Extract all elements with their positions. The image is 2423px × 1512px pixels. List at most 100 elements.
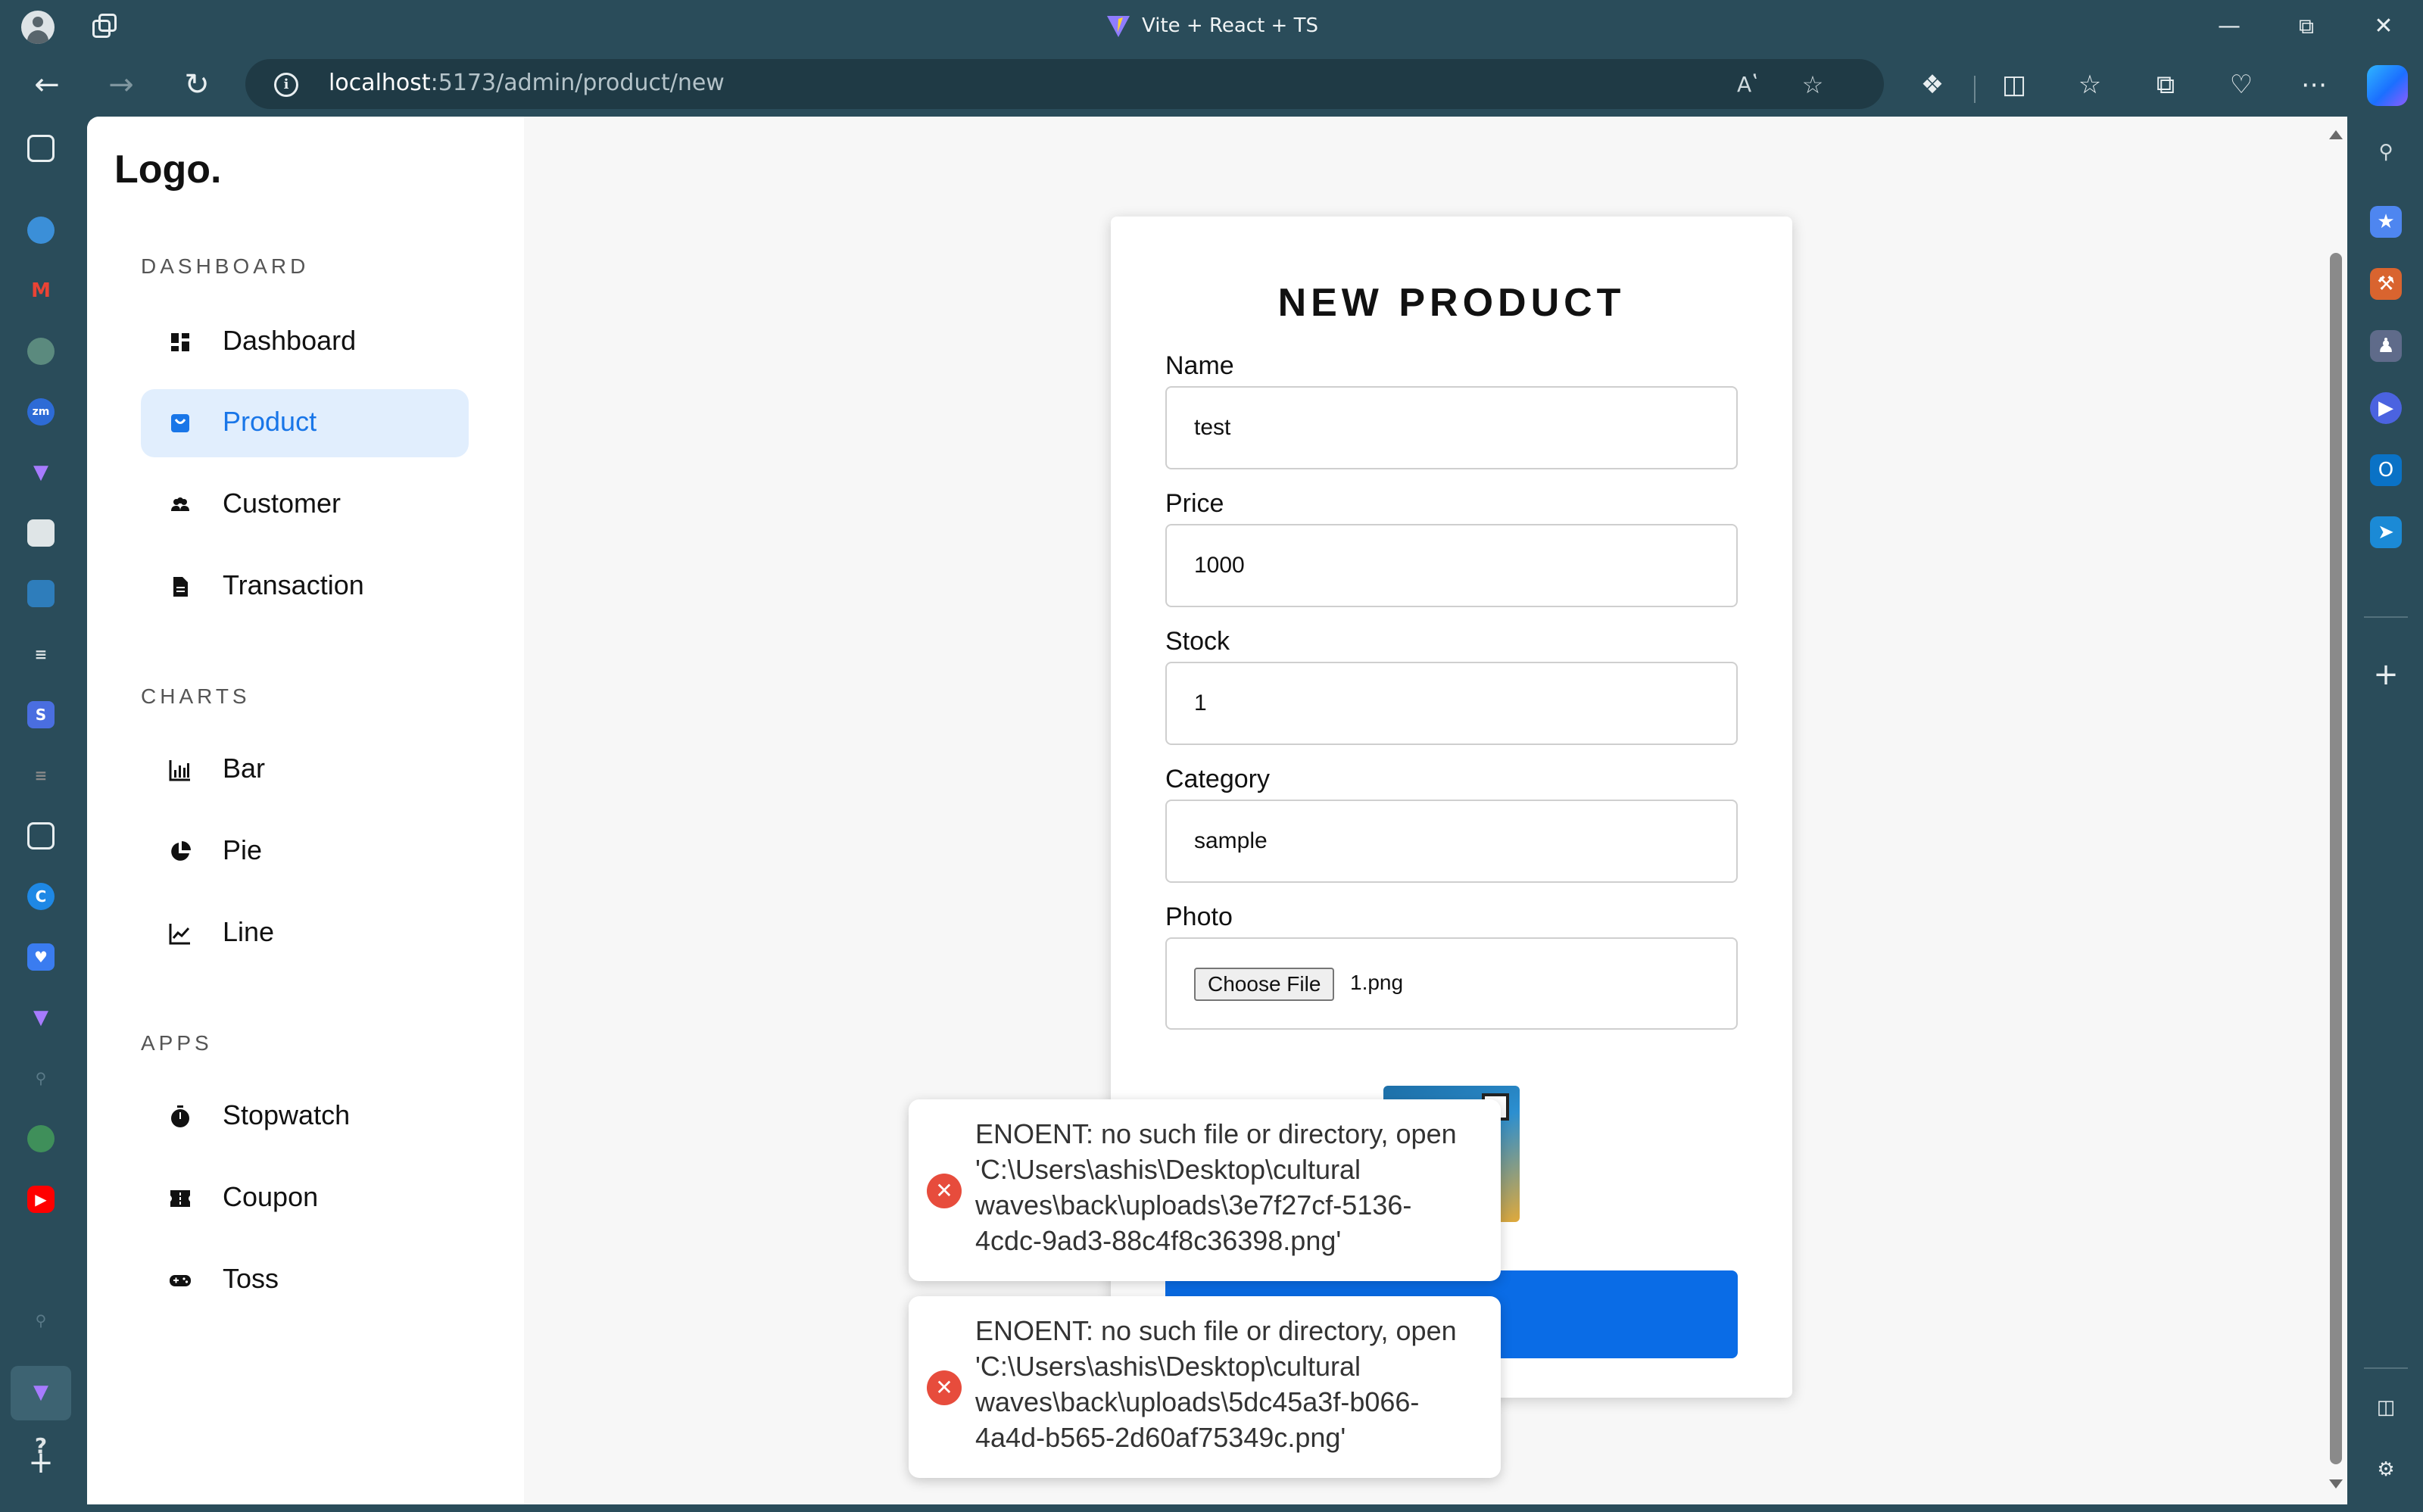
window-title-text: Vite + React + TS — [1142, 14, 1318, 37]
shopping-bag-icon — [171, 414, 189, 432]
sidebar-item-label: Stopwatch — [223, 1099, 351, 1130]
tab-favicon-8[interactable]: ≡ — [27, 641, 55, 668]
favorites-icon[interactable]: ☆ — [2070, 65, 2110, 104]
shopping-tag-icon[interactable]: ★ — [2370, 206, 2402, 238]
tab-favicon-11[interactable] — [27, 822, 55, 850]
search-icon[interactable]: ⚲ — [2370, 136, 2402, 168]
error-x-icon: ✕ — [927, 1370, 962, 1405]
scroll-down-arrow-icon[interactable] — [2329, 1479, 2343, 1489]
read-aloud-icon[interactable]: Aʽ — [1731, 68, 1764, 101]
collections-icon[interactable]: ⧉ — [2146, 65, 2185, 104]
tab-favicon-1[interactable] — [27, 217, 55, 244]
tab-zoom-icon[interactable]: zm — [27, 398, 55, 426]
tab-vite-icon[interactable]: ▼ — [27, 459, 55, 486]
page-title: NEW PRODUCT — [1277, 281, 1626, 325]
tab-vite-icon-active[interactable]: ▼ — [27, 1379, 55, 1406]
sidebar-item-dashboard[interactable]: Dashboard — [141, 308, 469, 376]
back-arrow-icon[interactable]: ← — [27, 65, 67, 104]
photo-file-input[interactable]: Choose File 1.png — [1165, 937, 1738, 1030]
tab-favicon-9[interactable]: S — [27, 701, 55, 728]
tab-favicon-7[interactable] — [27, 580, 55, 607]
choose-file-button[interactable]: Choose File — [1194, 968, 1335, 1001]
selected-file-name: 1.png — [1350, 971, 1404, 994]
forward-arrow-icon[interactable]: → — [101, 65, 141, 104]
tools-icon[interactable]: ⚒ — [2370, 268, 2402, 300]
error-toast[interactable]: ✕ ENOENT: no such file or directory, ope… — [909, 1296, 1501, 1478]
scroll-up-arrow-icon[interactable] — [2329, 130, 2343, 139]
sidebar-item-pie[interactable]: Pie — [141, 818, 469, 886]
address-bar[interactable]: i localhost:5173/admin/product/new Aʽ ☆ — [245, 59, 1884, 109]
logo[interactable]: Logo. — [114, 147, 222, 192]
url-text[interactable]: localhost:5173/admin/product/new — [329, 70, 725, 96]
settings-gear-icon[interactable]: ⚙ — [2370, 1454, 2402, 1486]
category-label: Category — [1165, 765, 1270, 793]
profile-avatar[interactable] — [21, 11, 55, 44]
split-screen-icon[interactable]: ◫ — [1994, 65, 2034, 104]
page-scrollbar[interactable] — [2325, 117, 2347, 1504]
more-options-icon[interactable]: ⋯ — [2294, 65, 2334, 104]
sidebar-item-product[interactable]: Product — [141, 389, 469, 457]
sidebar-divider — [2364, 616, 2408, 618]
sidebar-item-label: Transaction — [223, 569, 364, 600]
tab-actions-icon[interactable] — [91, 12, 120, 41]
sidebar-item-bar[interactable]: Bar — [141, 736, 469, 804]
document-icon — [173, 577, 188, 597]
stopwatch-icon — [171, 1105, 189, 1127]
send-icon[interactable]: ➤ — [2370, 516, 2402, 548]
category-input[interactable] — [1165, 800, 1738, 883]
error-x-icon: ✕ — [927, 1174, 962, 1208]
line-chart-icon — [169, 924, 190, 945]
games-icon[interactable]: ♟ — [2370, 330, 2402, 362]
tab-panel-icon[interactable] — [27, 135, 55, 162]
extensions-icon[interactable]: ❖ — [1913, 65, 1952, 104]
sidebar-item-coupon[interactable]: Coupon — [141, 1164, 469, 1233]
sidebar-item-toss[interactable]: Toss — [141, 1246, 469, 1314]
toast-message: ENOENT: no such file or directory, open … — [975, 1118, 1457, 1256]
vertical-tab-strip: M zm ▼ ≡ S ≡ C ♥ ▼ ⚲ ▶ ▼ ⚲ ? + — [0, 117, 83, 1512]
site-info-icon[interactable]: i — [274, 73, 298, 97]
scrollbar-thumb[interactable] — [2330, 253, 2342, 1464]
toolbar-divider — [1974, 76, 1976, 103]
close-window-button[interactable]: ✕ — [2361, 8, 2406, 45]
tab-favicon-15[interactable]: ⚲ — [27, 1065, 55, 1092]
new-tab-plus-icon[interactable]: + — [27, 1448, 55, 1478]
sidebar-item-line[interactable]: Line — [141, 899, 469, 968]
tab-favicon-10[interactable]: ≡ — [27, 762, 55, 789]
error-toast[interactable]: ✕ ENOENT: no such file or directory, ope… — [909, 1099, 1501, 1281]
tab-favicon-6[interactable] — [27, 519, 55, 547]
restore-button[interactable]: ⧉ — [2284, 8, 2329, 45]
sidebar-item-label: Product — [223, 406, 317, 437]
tab-favicon-16[interactable] — [27, 1125, 55, 1152]
sidebar-item-label: Coupon — [223, 1181, 319, 1212]
sidebar-item-label: Line — [223, 916, 275, 947]
tab-favicon-13[interactable]: ♥ — [27, 943, 55, 971]
refresh-icon[interactable]: ↻ — [177, 65, 217, 104]
browser-essentials-icon[interactable]: ♡ — [2222, 65, 2261, 104]
favorite-star-icon[interactable]: ☆ — [1796, 68, 1829, 101]
price-input[interactable] — [1165, 524, 1738, 607]
price-label: Price — [1165, 489, 1224, 518]
tab-youtube-icon[interactable]: ▶ — [27, 1186, 55, 1213]
tab-chatgpt-icon[interactable] — [27, 338, 55, 365]
browser-titlebar: Vite + React + TS — ⧉ ✕ — [0, 0, 2423, 53]
minimize-button[interactable]: — — [2206, 8, 2252, 45]
sidebar-item-transaction[interactable]: Transaction — [141, 553, 469, 621]
add-sidebar-app-icon[interactable]: + — [2370, 659, 2402, 691]
tab-gmail-icon[interactable]: M — [27, 277, 55, 304]
sidebar-divider-2 — [2364, 1367, 2408, 1369]
hide-sidebar-icon[interactable]: ◫ — [2370, 1392, 2402, 1423]
tab-vite-icon-2[interactable]: ▼ — [27, 1004, 55, 1031]
outlook-icon[interactable]: O — [2370, 454, 2402, 486]
copilot-sidebar-icon[interactable]: ▶ — [2370, 392, 2402, 424]
tab-canva-icon[interactable]: C — [27, 883, 55, 910]
browser-toolbar: ← → ↻ i localhost:5173/admin/product/new… — [0, 53, 2423, 117]
sidebar-item-stopwatch[interactable]: Stopwatch — [141, 1083, 469, 1151]
sidebar-item-label: Dashboard — [223, 325, 357, 356]
sidebar-item-customer[interactable]: Customer — [141, 471, 469, 539]
gamepad-icon — [170, 1275, 191, 1286]
stock-input[interactable] — [1165, 662, 1738, 745]
pie-chart-icon — [171, 841, 191, 861]
tab-favicon-19[interactable]: ⚲ — [27, 1307, 55, 1334]
copilot-icon[interactable] — [2367, 65, 2408, 106]
name-input[interactable] — [1165, 386, 1738, 469]
